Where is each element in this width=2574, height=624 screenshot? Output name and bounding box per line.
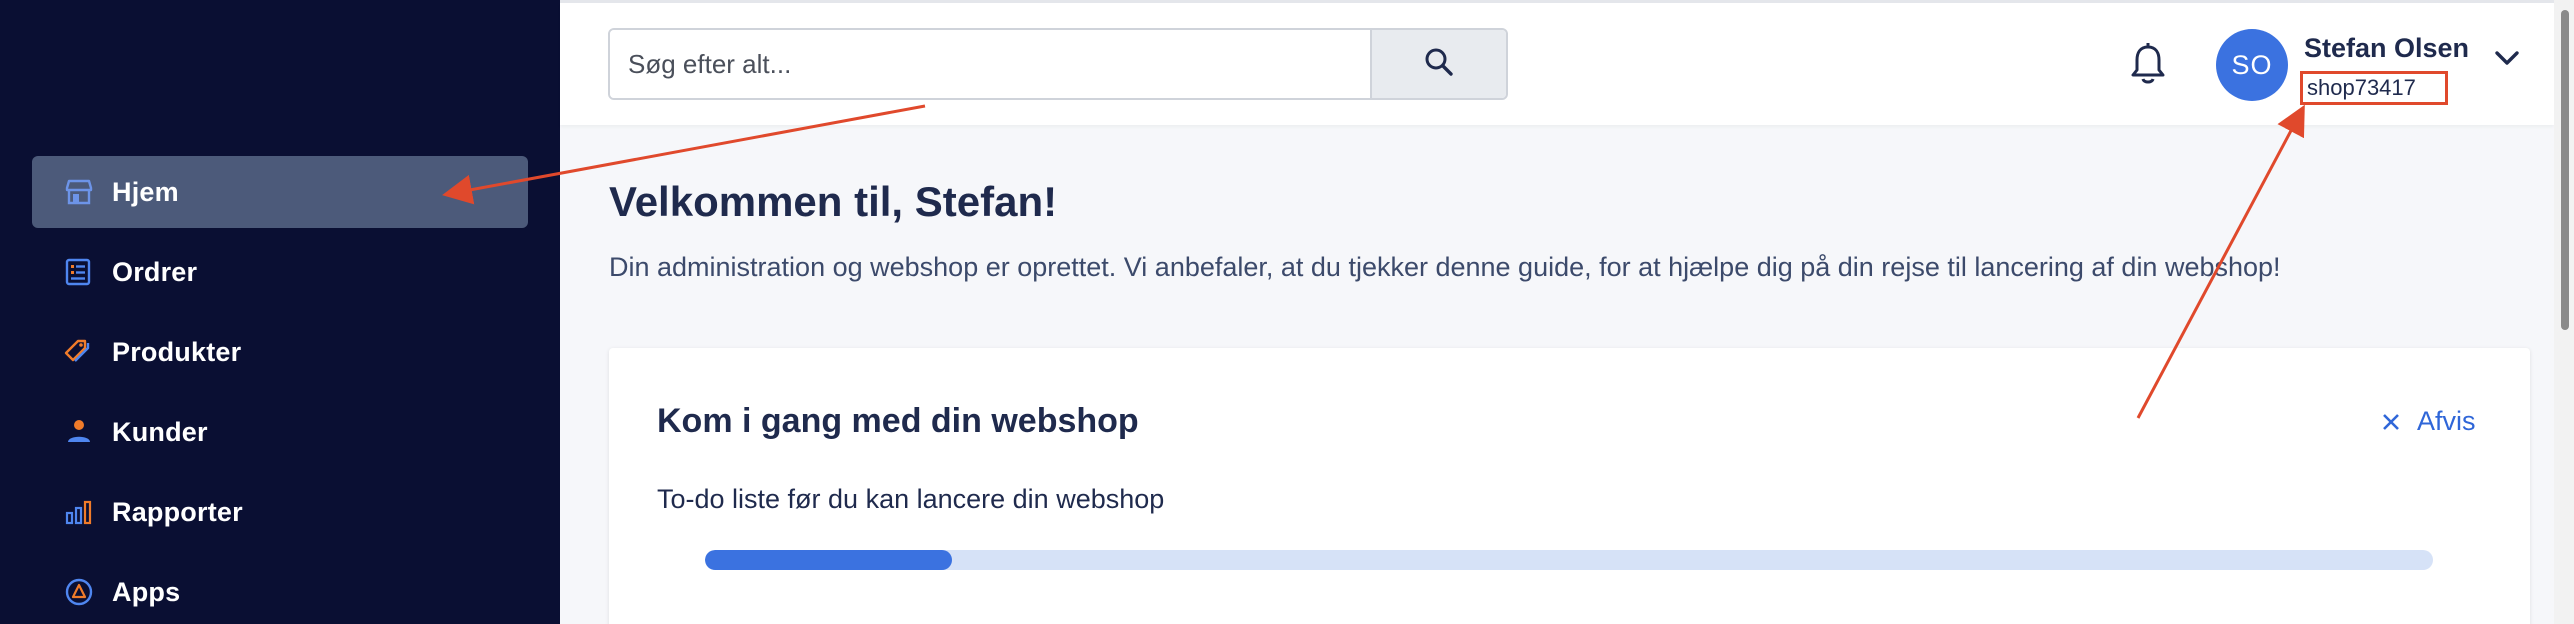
store-icon [62,175,96,209]
progress-bar [705,550,2433,570]
dismiss-button[interactable]: Afvis [2381,406,2476,437]
close-icon [2381,412,2401,432]
card-title: Kom i gang med din webshop [657,402,1139,440]
apps-icon [62,575,96,609]
sidebar-item-apps[interactable]: Apps [32,556,528,624]
shop-id: shop73417 [2300,71,2448,105]
sidebar-item-label: Produkter [112,336,242,367]
sidebar-item-label: Apps [112,576,181,607]
sidebar: Hjem Ordrer Produkter Kunder Rapporter A… [0,0,560,624]
chevron-down-icon [2494,51,2520,71]
tag-icon [62,335,96,369]
notifications-button[interactable] [2123,41,2173,91]
scrollbar-thumb[interactable] [2561,10,2569,330]
dismiss-label: Afvis [2417,406,2476,436]
bell-icon [2128,42,2168,91]
sidebar-nav: Hjem Ordrer Produkter Kunder Rapporter A… [32,156,528,624]
page-subtitle: Din administration og webshop er oprette… [609,252,2281,282]
search-input[interactable] [610,30,1370,98]
user-menu-toggle[interactable] [2494,49,2520,72]
card-subtitle: To-do liste før du kan lancere din websh… [657,484,1165,514]
sidebar-item-label: Kunder [112,416,208,447]
search-icon [1422,45,1456,84]
sidebar-item-label: Rapporter [112,496,243,527]
sidebar-item-label: Ordrer [112,256,198,287]
sidebar-item-hjem[interactable]: Hjem [32,156,528,228]
sidebar-item-kunder[interactable]: Kunder [32,396,528,468]
getting-started-card: Kom i gang med din webshop Afvis To-do l… [609,348,2530,624]
sidebar-item-rapporter[interactable]: Rapporter [32,476,528,548]
sidebar-item-ordrer[interactable]: Ordrer [32,236,528,308]
user-name[interactable]: Stefan Olsen [2304,33,2469,64]
page-title: Velkommen til, Stefan! [609,178,1058,225]
top-header: SO Stefan Olsen shop73417 [560,3,2554,125]
person-icon [62,415,96,449]
sidebar-item-label: Hjem [112,176,179,207]
search-button[interactable] [1370,30,1506,98]
orders-icon [62,255,96,289]
search-bar [608,28,1508,100]
progress-fill [705,550,953,570]
avatar[interactable]: SO [2216,29,2288,101]
sidebar-item-produkter[interactable]: Produkter [32,316,528,388]
bar-chart-icon [62,495,96,529]
